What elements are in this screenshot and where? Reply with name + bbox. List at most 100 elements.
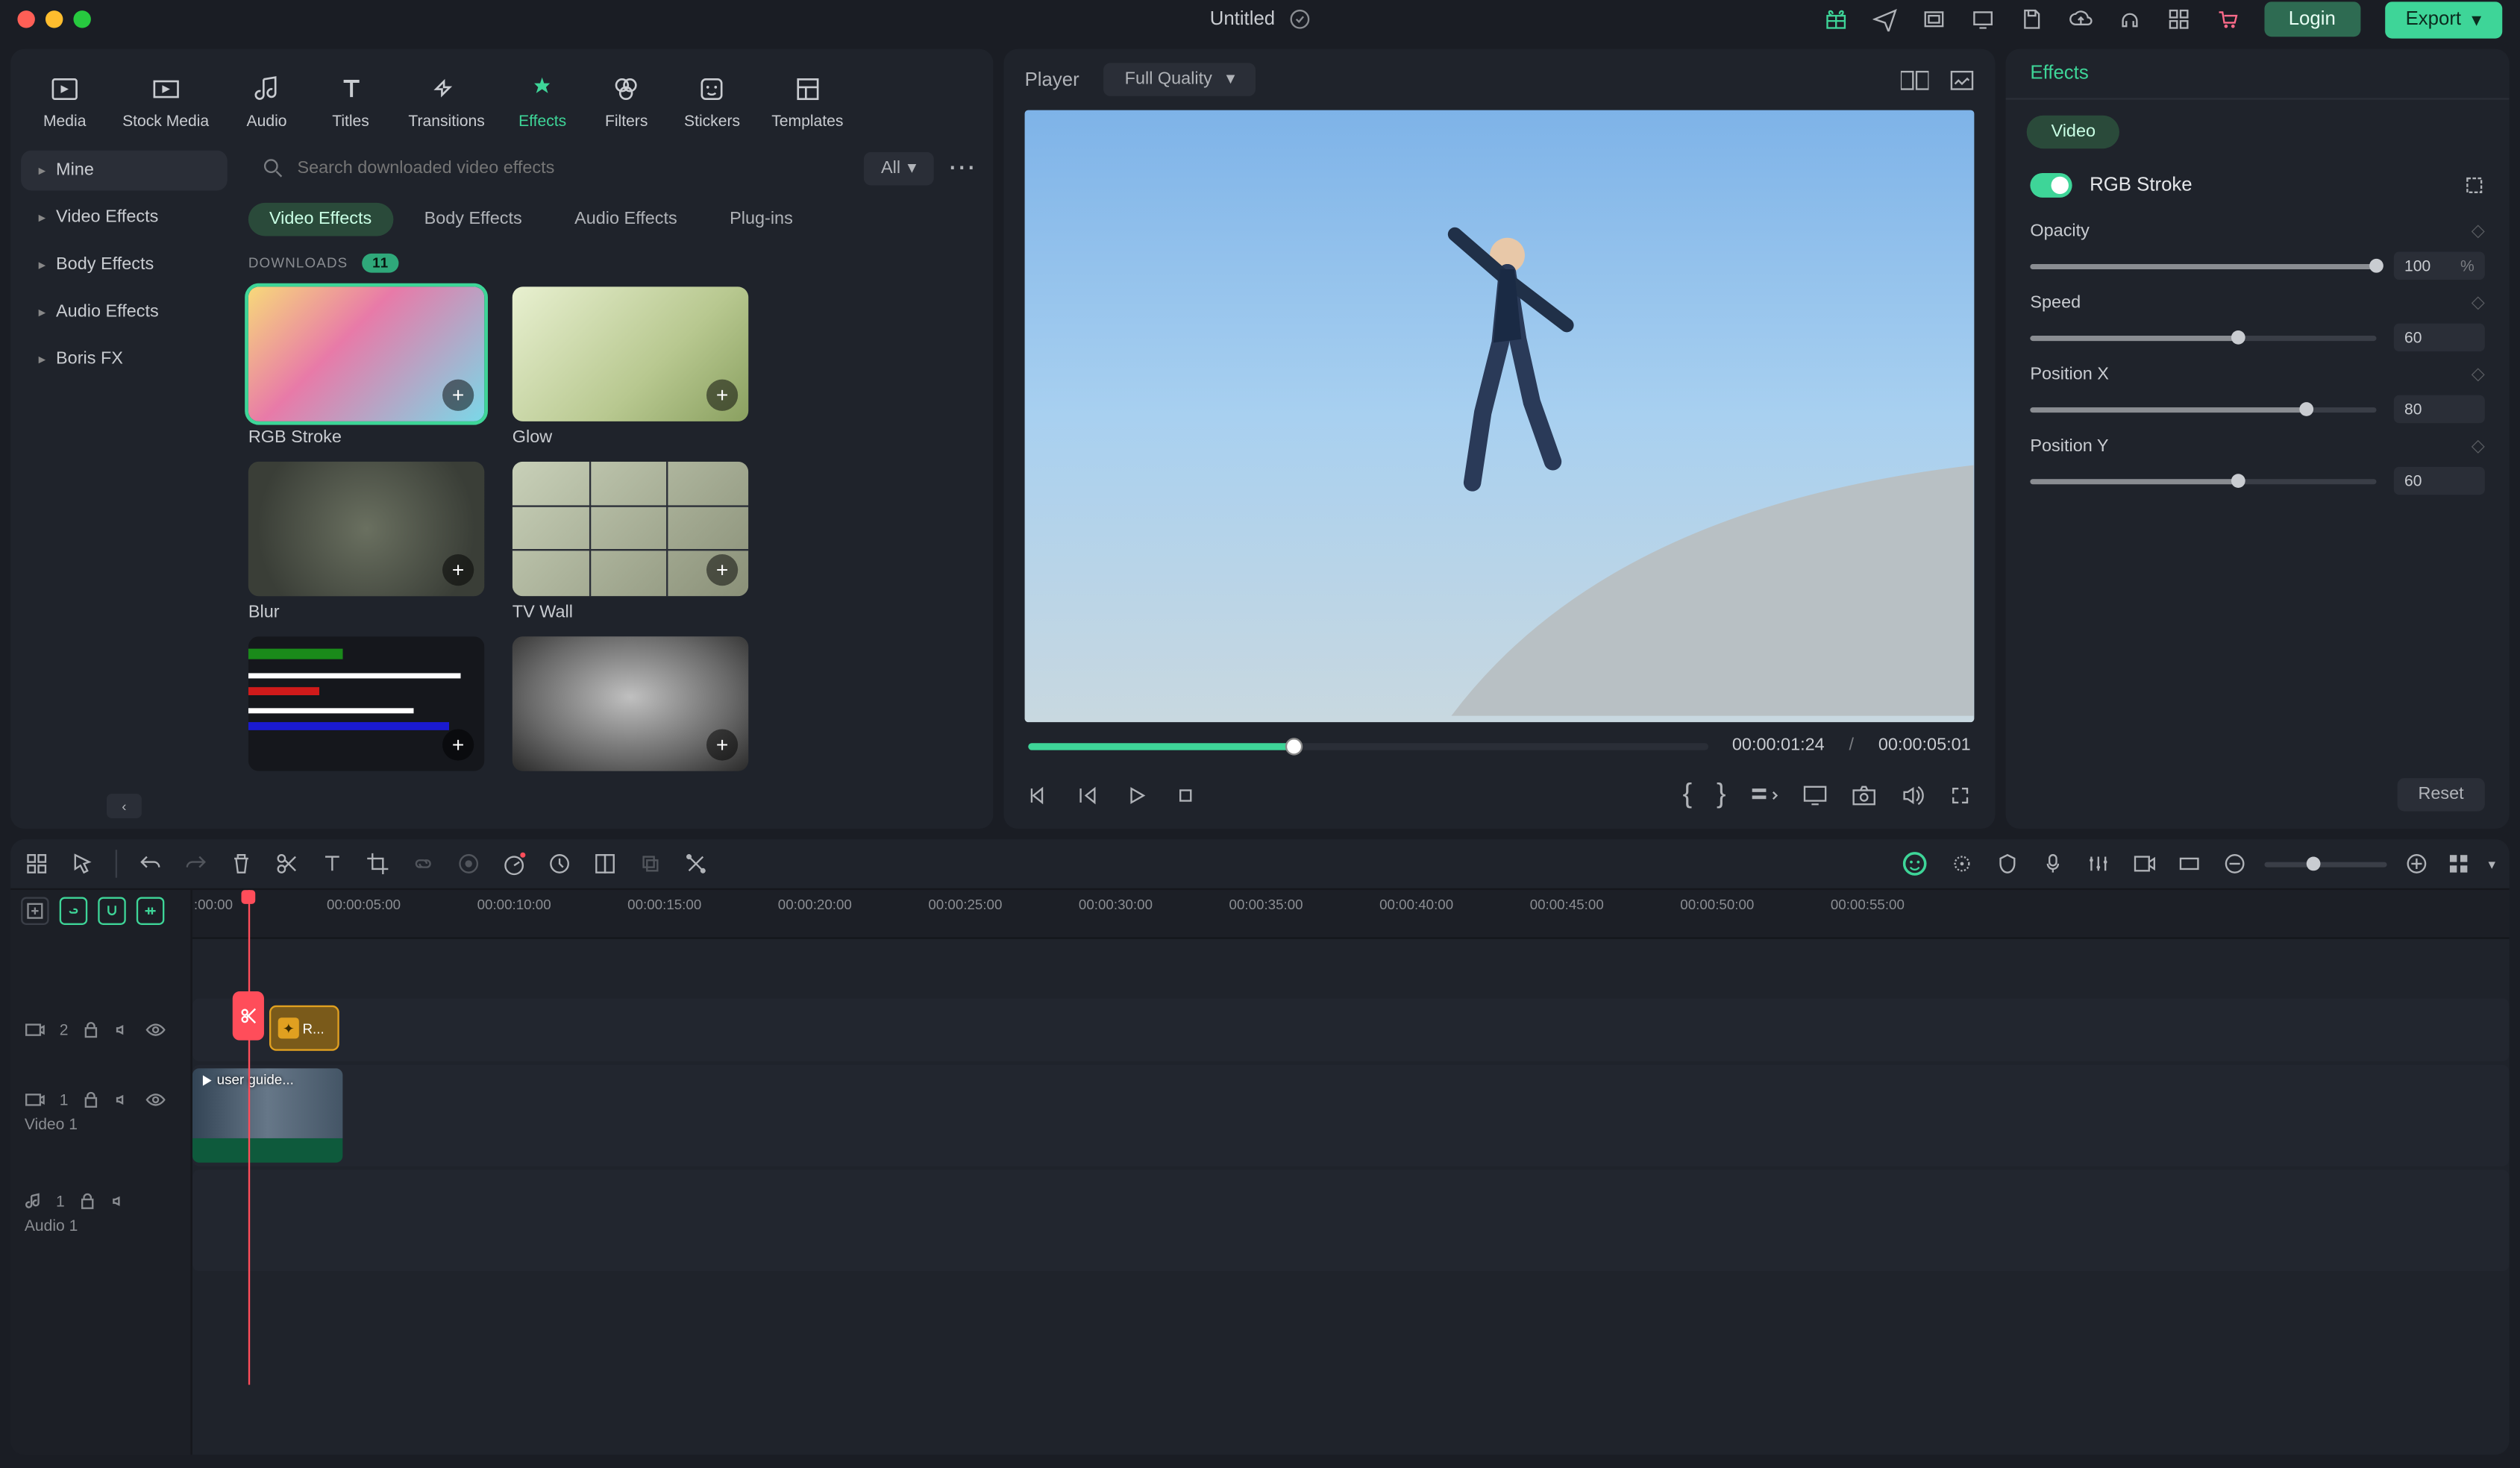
login-button[interactable]: Login xyxy=(2264,1,2360,37)
snapshot-button[interactable] xyxy=(1852,785,1876,806)
filter-all-dropdown[interactable]: All▾ xyxy=(864,151,934,185)
aspect-button[interactable] xyxy=(2177,852,2201,876)
slider-knob[interactable] xyxy=(2231,474,2245,488)
search-input[interactable] xyxy=(297,158,832,178)
mute-icon[interactable] xyxy=(113,1021,131,1038)
slider-knob[interactable] xyxy=(2231,330,2245,345)
add-effect-button[interactable]: + xyxy=(442,729,474,760)
color-button[interactable] xyxy=(593,852,618,876)
shield-button[interactable] xyxy=(1995,852,2019,876)
param-value-input[interactable]: 100% xyxy=(2394,252,2485,280)
save-icon[interactable] xyxy=(2019,7,2044,31)
redo-button[interactable] xyxy=(184,852,208,876)
sub-tab-audio-effects[interactable]: Audio Effects xyxy=(554,203,698,236)
display-settings-button[interactable] xyxy=(1803,785,1828,806)
split-button[interactable] xyxy=(275,852,299,876)
effect-thumbnail[interactable]: + xyxy=(513,286,748,421)
enhance-button[interactable] xyxy=(1950,852,1975,876)
maximize-window[interactable] xyxy=(73,10,90,28)
mute-icon[interactable] xyxy=(110,1193,128,1210)
lock-icon[interactable] xyxy=(82,1091,99,1108)
play-reverse-button[interactable] xyxy=(1077,785,1098,806)
zoom-knob[interactable] xyxy=(2307,857,2321,871)
effect-thumbnail[interactable]: + xyxy=(513,462,748,596)
effect-item-unnamed[interactable]: + xyxy=(248,636,484,778)
playhead-cut-button[interactable] xyxy=(233,991,264,1041)
chip-link[interactable] xyxy=(60,897,88,925)
effect-thumbnail[interactable]: + xyxy=(248,286,484,421)
chip-snap[interactable] xyxy=(137,897,165,925)
eye-icon[interactable] xyxy=(145,1091,166,1108)
track-row-audio[interactable] xyxy=(192,1170,2510,1271)
mic-button[interactable] xyxy=(2040,852,2065,876)
ai-face-button[interactable] xyxy=(1901,850,1929,878)
apps-icon[interactable] xyxy=(2166,7,2191,31)
sidebar-item-audio-effects[interactable]: ▸Audio Effects xyxy=(21,292,228,332)
param-slider[interactable] xyxy=(2030,478,2376,483)
add-effect-button[interactable]: + xyxy=(706,380,738,411)
effect-item-glow[interactable]: +Glow xyxy=(513,286,748,448)
keyframe-icon[interactable]: ◇ xyxy=(2472,366,2485,385)
cloud-icon[interactable] xyxy=(2068,7,2093,31)
effect-enable-toggle[interactable] xyxy=(2030,173,2072,198)
speed-ai-button[interactable] xyxy=(502,852,527,876)
compare-view-icon[interactable] xyxy=(1901,69,1929,90)
crop-button[interactable] xyxy=(366,852,390,876)
close-window[interactable] xyxy=(17,10,34,28)
tool-tab-effects[interactable]: Effects xyxy=(502,63,583,139)
sidebar-item-mine[interactable]: ▸Mine xyxy=(21,151,228,191)
copy-button[interactable] xyxy=(639,852,663,876)
tl-pointer-tool[interactable] xyxy=(70,852,95,876)
link-button[interactable] xyxy=(411,852,436,876)
eye-icon[interactable] xyxy=(145,1021,166,1038)
playhead-marker[interactable] xyxy=(241,890,255,904)
effect-thumbnail[interactable]: + xyxy=(248,636,484,771)
slider-knob[interactable] xyxy=(2300,402,2314,416)
slider-knob[interactable] xyxy=(2369,259,2383,273)
mute-icon[interactable] xyxy=(113,1091,131,1108)
zoom-slider[interactable] xyxy=(2264,861,2386,866)
snapshot-view-icon[interactable] xyxy=(1950,69,1975,90)
mixer-button[interactable] xyxy=(2086,852,2110,876)
scrub-handle[interactable] xyxy=(1285,737,1302,754)
view-mode-button[interactable] xyxy=(2446,852,2471,876)
tool-tab-audio[interactable]: Audio xyxy=(227,63,307,139)
lock-icon[interactable] xyxy=(82,1021,99,1038)
keyframe-icon[interactable]: ◇ xyxy=(2472,437,2485,457)
minimize-window[interactable] xyxy=(46,10,63,28)
delete-button[interactable] xyxy=(229,852,254,876)
inspector-tab-video[interactable]: Video xyxy=(2027,116,2120,149)
param-value-input[interactable]: 80 xyxy=(2394,395,2485,424)
zoom-in-button[interactable] xyxy=(2404,852,2429,876)
add-effect-button[interactable]: + xyxy=(442,380,474,411)
stop-button[interactable] xyxy=(1175,785,1196,806)
tool-tab-stickers[interactable]: Stickers xyxy=(670,63,754,139)
video-preview[interactable] xyxy=(1025,110,1975,722)
param-value-input[interactable]: 60 xyxy=(2394,324,2485,352)
mark-out-button[interactable]: } xyxy=(1717,780,1726,811)
quality-dropdown[interactable]: Full Quality▾ xyxy=(1104,63,1256,96)
text-button[interactable] xyxy=(320,852,345,876)
tl-select-tool[interactable] xyxy=(25,852,49,876)
tool-tab-filters[interactable]: Filters xyxy=(586,63,667,139)
screenshot-icon[interactable] xyxy=(1921,7,1946,31)
fullscreen-button[interactable] xyxy=(1950,785,1971,806)
sidebar-collapse-button[interactable]: ‹ xyxy=(107,794,142,818)
chip-new-track[interactable] xyxy=(21,897,49,925)
effect-thumbnail[interactable]: + xyxy=(513,636,748,771)
add-effect-button[interactable]: + xyxy=(706,554,738,586)
tool-tab-titles[interactable]: Titles xyxy=(310,63,391,139)
record-button[interactable] xyxy=(2131,852,2156,876)
effect-item-tv-wall[interactable]: +TV Wall xyxy=(513,462,748,623)
track-row-fx[interactable]: ✦ R... xyxy=(192,998,2510,1061)
export-button[interactable]: Export▾ xyxy=(2384,1,2502,37)
effect-item-rgb-stroke[interactable]: +RGB Stroke xyxy=(248,286,484,448)
prev-frame-button[interactable] xyxy=(1028,785,1049,806)
mark-in-button[interactable]: { xyxy=(1683,780,1693,811)
cart-icon[interactable] xyxy=(2215,7,2240,31)
keyframe-icon[interactable]: ◇ xyxy=(2472,222,2485,242)
view-mode-chevron[interactable]: ▾ xyxy=(2488,856,2495,871)
sub-tab-plug-ins[interactable]: Plug-ins xyxy=(709,203,814,236)
sidebar-item-boris-fx[interactable]: ▸Boris FX xyxy=(21,339,228,380)
param-slider[interactable] xyxy=(2030,335,2376,340)
